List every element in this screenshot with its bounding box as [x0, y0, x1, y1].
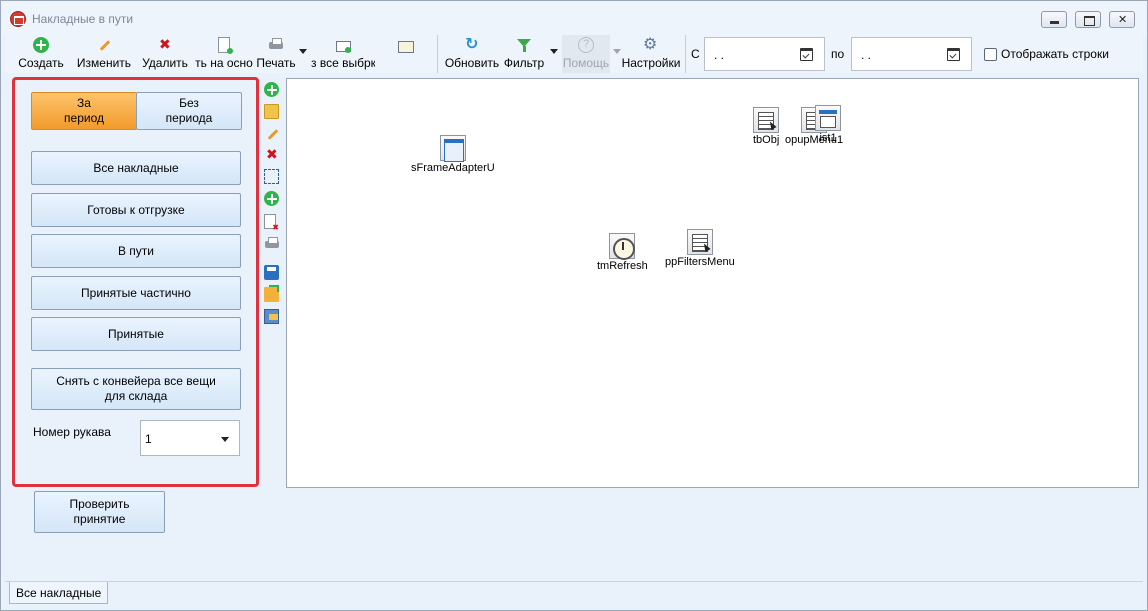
- toolbar-separator: [685, 35, 686, 73]
- calendar-icon[interactable]: [800, 48, 813, 61]
- period-button[interactable]: За период: [31, 92, 137, 130]
- from-selection-button[interactable]: з все выбрка через СI: [311, 35, 375, 73]
- date-to-value: . .: [861, 48, 872, 62]
- tab-bar: Все накладные: [5, 581, 1143, 607]
- export-icon[interactable]: [264, 309, 279, 324]
- gears-icon: [643, 35, 659, 54]
- select-area-icon[interactable]: [264, 169, 279, 184]
- mail-icon: [397, 37, 414, 53]
- send-via-button[interactable]: [375, 35, 435, 73]
- title-bar: Накладные в пути: [1, 1, 1147, 35]
- delete-icon: [157, 36, 173, 53]
- timer-icon: [609, 233, 636, 260]
- help-icon: [578, 37, 594, 53]
- add-icon: [33, 37, 49, 53]
- open-folder-icon[interactable]: [264, 285, 279, 302]
- sleeve-number-select[interactable]: 1: [140, 420, 240, 456]
- create-based-on-button[interactable]: ть на осно: [193, 35, 255, 73]
- tab-all-invoices[interactable]: Все накладные: [9, 582, 109, 604]
- no-period-button[interactable]: Без периода: [136, 92, 242, 130]
- pencil-icon: [96, 37, 112, 53]
- settings-button[interactable]: Настройки: [619, 35, 683, 73]
- received-button[interactable]: Принятые: [31, 317, 241, 351]
- date-from-picker[interactable]: . .: [704, 37, 825, 71]
- tb-obj-component[interactable]: tbObj: [753, 107, 779, 146]
- date-from-label: С: [691, 47, 700, 61]
- component-icon-strip: [263, 81, 281, 331]
- create-button[interactable]: Создать: [15, 35, 67, 73]
- show-rows-label[interactable]: Отображать строки: [1001, 47, 1109, 61]
- refresh-icon: [464, 35, 480, 54]
- save-icon[interactable]: [264, 265, 279, 280]
- date-to-picker[interactable]: . .: [851, 37, 972, 71]
- chevron-down-icon: [221, 437, 229, 442]
- app-logo-icon: [10, 11, 26, 27]
- designer-canvas[interactable]: sFrameAdapterU tbObj opupMenu1 ist1 tmRe…: [286, 78, 1139, 488]
- filters-menu-component[interactable]: ppFiltersMenu: [665, 229, 735, 268]
- print-button[interactable]: Печать: [255, 35, 297, 73]
- pencil-icon[interactable]: [264, 126, 279, 141]
- frame-icon: [439, 135, 466, 162]
- remove-from-conveyor-button[interactable]: Снять с конвейера все вещи для склада: [31, 368, 241, 410]
- toolbar-separator: [437, 35, 438, 73]
- ready-to-ship-button[interactable]: Готовы к отгрузке: [31, 193, 241, 227]
- list-view-icon: [815, 105, 841, 131]
- sleeve-number-label: Номер рукава: [33, 425, 111, 439]
- show-rows-checkbox[interactable]: [984, 48, 997, 61]
- toolbar: Создать Изменить Удалить ть на осно Печа…: [5, 35, 1143, 73]
- printer-icon[interactable]: [264, 236, 279, 251]
- all-invoices-button[interactable]: Все накладные: [31, 151, 241, 185]
- date-from-value: . .: [714, 48, 725, 62]
- filter-button[interactable]: Фильтр: [502, 35, 546, 73]
- help-button[interactable]: Помощь: [562, 35, 610, 73]
- delete-button[interactable]: Удалить: [139, 35, 191, 73]
- add-icon[interactable]: [264, 82, 279, 97]
- frame-adapter-component[interactable]: sFrameAdapterU: [411, 135, 495, 174]
- edit-button[interactable]: Изменить: [73, 35, 135, 73]
- refresh-button[interactable]: Обновить: [443, 35, 501, 73]
- partially-received-button[interactable]: Принятые частично: [31, 276, 241, 310]
- delete-document-icon[interactable]: [264, 214, 279, 232]
- new-document-icon: [218, 37, 233, 54]
- filter-dropdown-arrow[interactable]: [550, 49, 558, 54]
- printer-icon: [268, 37, 284, 53]
- delete-icon[interactable]: [264, 146, 279, 163]
- window-title: Накладные в пути: [32, 12, 134, 26]
- main-window: Накладные в пути Создать Изменить Удалит…: [0, 0, 1148, 611]
- sleeve-number-value: 1: [145, 432, 152, 446]
- book-icon[interactable]: [264, 104, 279, 119]
- check-acceptance-button[interactable]: Проверить принятие: [34, 491, 165, 533]
- mail-add-icon: [335, 37, 351, 53]
- print-dropdown-arrow[interactable]: [299, 49, 307, 54]
- in-transit-button[interactable]: В пути: [31, 234, 241, 268]
- add-icon[interactable]: [264, 191, 279, 206]
- tm-refresh-component[interactable]: tmRefresh: [597, 233, 648, 272]
- list1-component[interactable]: ist1: [815, 105, 841, 144]
- date-to-label: по: [831, 47, 845, 61]
- calendar-icon[interactable]: [947, 48, 960, 61]
- list-component-icon: [753, 107, 780, 133]
- filter-panel: За период Без периода Все накладные Гото…: [12, 77, 259, 487]
- minimize-button[interactable]: [1041, 11, 1067, 28]
- close-window-button[interactable]: [1109, 11, 1135, 28]
- list-component-icon: [686, 229, 713, 255]
- maximize-button[interactable]: [1075, 11, 1101, 28]
- funnel-icon: [516, 37, 532, 53]
